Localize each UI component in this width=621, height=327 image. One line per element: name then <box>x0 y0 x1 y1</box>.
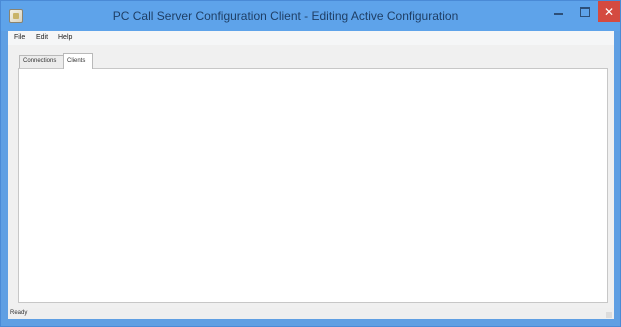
app-window: PC Call Server Configuration Client - Ed… <box>0 0 621 327</box>
clients-tab-panel <box>18 68 608 303</box>
window-title: PC Call Server Configuration Client - Ed… <box>112 9 459 23</box>
maximize-button[interactable] <box>572 1 598 22</box>
menu-edit[interactable]: Edit <box>36 33 48 43</box>
status-bar: Ready <box>8 308 614 319</box>
menu-help[interactable]: Help <box>58 33 72 43</box>
menu-bar: File Edit Help <box>8 31 614 45</box>
minimize-button[interactable] <box>545 1 572 22</box>
client-area: File Edit Help Connections Clients Ready <box>8 31 614 319</box>
close-icon: ✕ <box>603 4 615 19</box>
close-button[interactable]: ✕ <box>598 1 620 22</box>
menu-file[interactable]: File <box>14 33 25 43</box>
title-bar[interactable]: PC Call Server Configuration Client - Ed… <box>1 1 620 31</box>
resize-grip-icon[interactable] <box>606 312 612 318</box>
status-text: Ready <box>10 310 28 316</box>
maximize-icon <box>580 6 590 17</box>
app-icon[interactable] <box>9 9 23 23</box>
tab-connections[interactable]: Connections <box>19 55 65 68</box>
tab-clients[interactable]: Clients <box>63 53 93 69</box>
minimize-icon <box>554 12 563 15</box>
